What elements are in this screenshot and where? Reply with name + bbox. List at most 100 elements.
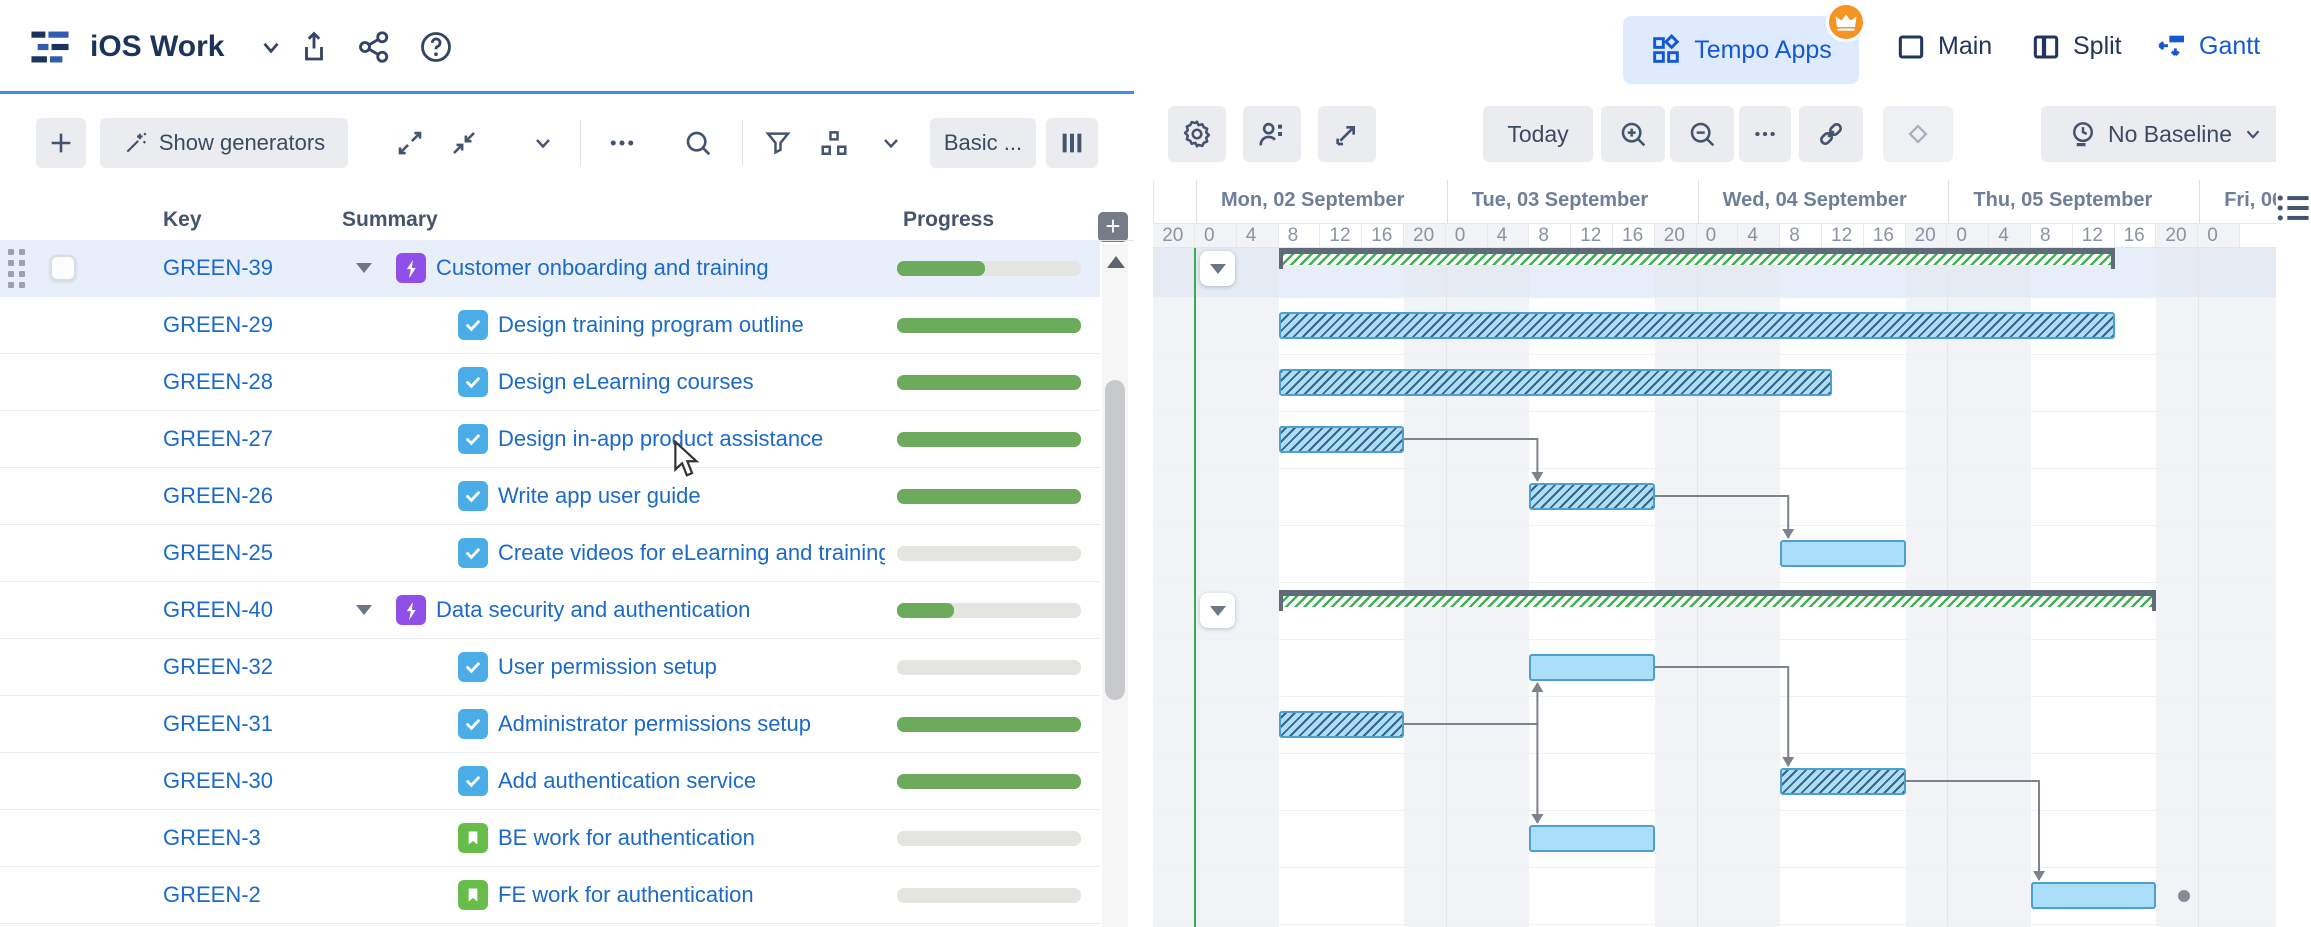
structure-title[interactable]: iOS Work xyxy=(90,0,224,93)
row-key[interactable]: GREEN-32 xyxy=(163,639,273,695)
dependency-lines xyxy=(1153,248,2276,927)
collapse-caret-icon[interactable] xyxy=(356,582,372,638)
group-button[interactable] xyxy=(808,118,860,168)
row-key[interactable]: GREEN-26 xyxy=(163,468,273,524)
baseline-selector[interactable]: No Baseline xyxy=(2041,106,2291,162)
columns-button[interactable] xyxy=(1046,118,1098,168)
table-row[interactable]: GREEN-3 BE work for authentication xyxy=(0,810,1100,867)
row-summary[interactable]: FE work for authentication xyxy=(498,867,885,923)
table-header: Key Summary Progress xyxy=(0,208,1134,240)
day-header-cell: Wed, 04 September xyxy=(1698,180,1949,224)
column-header-progress[interactable]: Progress xyxy=(903,208,994,232)
more-actions-button[interactable] xyxy=(596,118,648,168)
search-button[interactable] xyxy=(672,118,724,168)
column-header-summary[interactable]: Summary xyxy=(342,208,438,232)
task-type-icon xyxy=(458,354,488,410)
row-summary[interactable]: Create videos for eLearning and training xyxy=(498,525,885,581)
task-type-icon xyxy=(458,696,488,752)
epic-type-icon xyxy=(396,582,426,638)
add-item-button[interactable] xyxy=(36,118,86,168)
hour-header-cell: 20 xyxy=(2156,224,2198,248)
row-summary[interactable]: Design eLearning courses xyxy=(498,354,885,410)
today-label: Today xyxy=(1507,121,1568,148)
today-button[interactable]: Today xyxy=(1483,106,1593,162)
scroll-up-arrow-icon[interactable] xyxy=(1107,256,1125,268)
expand-all-button[interactable] xyxy=(384,118,436,168)
row-key[interactable]: GREEN-31 xyxy=(163,696,273,752)
timeline-hour-header[interactable]: 200481216200481216200481216200481216200 xyxy=(1153,224,2276,248)
table-row[interactable]: GREEN-32 User permission setup xyxy=(0,639,1100,696)
table-row[interactable]: GREEN-26 Write app user guide xyxy=(0,468,1100,525)
progress-bar xyxy=(897,489,1081,504)
tempo-apps-button[interactable]: Tempo Apps xyxy=(1623,16,1859,84)
progress-bar xyxy=(897,318,1081,333)
row-list-icon[interactable] xyxy=(2276,192,2310,224)
row-summary[interactable]: Design training program outline xyxy=(498,297,885,353)
hour-header-cell: 4 xyxy=(1488,224,1530,248)
row-summary[interactable]: Customer onboarding and training xyxy=(436,240,885,296)
help-icon[interactable] xyxy=(418,0,454,93)
hour-header-cell: 0 xyxy=(1446,224,1488,248)
table-scrollbar-thumb[interactable] xyxy=(1105,380,1125,700)
row-key[interactable]: GREEN-2 xyxy=(163,867,261,923)
row-summary[interactable]: Add authentication service xyxy=(498,753,885,809)
main-view-icon xyxy=(1895,31,1927,63)
row-key[interactable]: GREEN-29 xyxy=(163,297,273,353)
hour-header-cell: 0 xyxy=(1195,224,1237,248)
table-row[interactable]: GREEN-30 Add authentication service xyxy=(0,753,1100,810)
gantt-settings-button[interactable] xyxy=(1168,106,1226,162)
export-icon[interactable] xyxy=(296,0,332,93)
hour-header-cell: 12 xyxy=(1571,224,1613,248)
gantt-more-button[interactable] xyxy=(1739,106,1791,162)
zoom-out-button[interactable] xyxy=(1670,106,1734,162)
filter-button[interactable] xyxy=(752,118,804,168)
timeline-day-header[interactable]: Mon, 02 SeptemberTue, 03 SeptemberWed, 0… xyxy=(1153,180,2276,224)
row-key[interactable]: GREEN-30 xyxy=(163,753,273,809)
tab-gantt[interactable]: Gantt xyxy=(2156,0,2260,93)
zoom-in-button[interactable] xyxy=(1601,106,1665,162)
milestone-button[interactable] xyxy=(1883,106,1953,162)
task-type-icon xyxy=(458,753,488,809)
auto-schedule-button[interactable] xyxy=(1318,106,1376,162)
group-dropdown[interactable] xyxy=(868,118,914,168)
row-key[interactable]: GREEN-3 xyxy=(163,810,261,866)
row-summary[interactable]: BE work for authentication xyxy=(498,810,885,866)
row-key[interactable]: GREEN-27 xyxy=(163,411,273,467)
table-row[interactable]: GREEN-2 FE work for authentication xyxy=(0,867,1100,924)
row-checkbox[interactable] xyxy=(50,240,76,296)
progress-bar xyxy=(897,546,1081,561)
column-header-key[interactable]: Key xyxy=(163,208,202,232)
row-summary[interactable]: User permission setup xyxy=(498,639,885,695)
share-icon[interactable] xyxy=(356,0,392,93)
table-row[interactable]: GREEN-28 Design eLearning courses xyxy=(0,354,1100,411)
row-summary[interactable]: Administrator permissions setup xyxy=(498,696,885,752)
row-key[interactable]: GREEN-25 xyxy=(163,525,273,581)
dependency-link-button[interactable] xyxy=(1799,106,1863,162)
drag-handle[interactable] xyxy=(8,240,25,296)
tab-split[interactable]: Split xyxy=(2030,0,2122,93)
title-chevron-down-icon[interactable] xyxy=(258,0,284,93)
resources-button[interactable] xyxy=(1243,106,1301,162)
epic-type-icon xyxy=(396,240,426,296)
table-row[interactable]: GREEN-31 Administrator permissions setup xyxy=(0,696,1100,753)
tab-main[interactable]: Main xyxy=(1895,0,1992,93)
row-key[interactable]: GREEN-28 xyxy=(163,354,273,410)
expand-level-dropdown[interactable] xyxy=(520,118,566,168)
row-key[interactable]: GREEN-39 xyxy=(163,240,273,296)
gantt-chart-body[interactable] xyxy=(1153,248,2276,927)
table-row[interactable]: GREEN-29 Design training program outline xyxy=(0,297,1100,354)
chevron-down-icon xyxy=(2242,123,2264,145)
table-row[interactable]: GREEN-39 Customer onboarding and trainin… xyxy=(0,240,1100,297)
show-generators-button[interactable]: Show generators xyxy=(100,118,348,168)
row-key[interactable]: GREEN-40 xyxy=(163,582,273,638)
collapse-caret-icon[interactable] xyxy=(356,240,372,296)
table-row[interactable]: GREEN-40 Data security and authenticatio… xyxy=(0,582,1100,639)
view-selector-button[interactable]: Basic ... xyxy=(930,118,1036,168)
progress-bar xyxy=(897,603,1081,618)
row-summary[interactable]: Data security and authentication xyxy=(436,582,885,638)
hour-header-cell: 8 xyxy=(1780,224,1822,248)
table-row[interactable]: GREEN-25 Create videos for eLearning and… xyxy=(0,525,1100,582)
add-column-button[interactable]: + xyxy=(1098,212,1128,242)
table-row[interactable]: GREEN-27 Design in-app product assistanc… xyxy=(0,411,1100,468)
collapse-all-button[interactable] xyxy=(438,118,490,168)
